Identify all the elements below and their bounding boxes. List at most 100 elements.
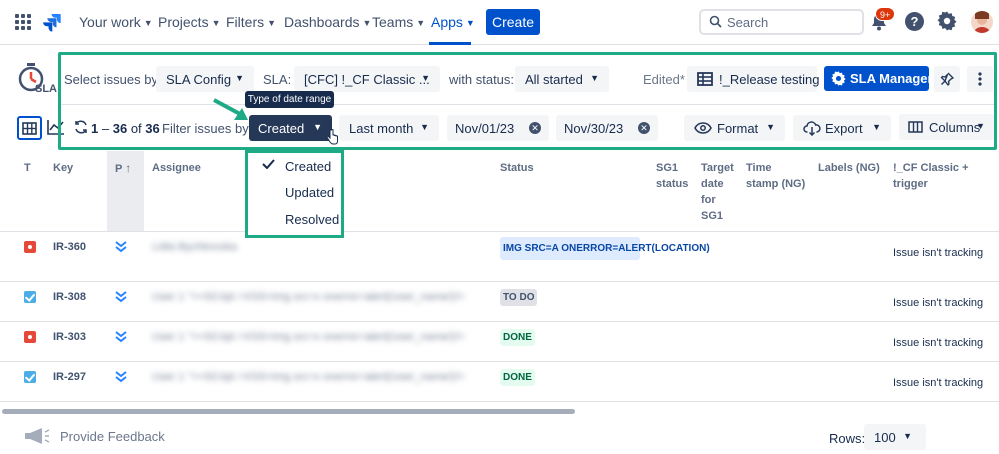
sla-manager-label: SLA Manager (850, 71, 933, 86)
pin-icon (940, 72, 954, 86)
hand-cursor-icon (326, 129, 338, 145)
select-issues-by-dropdown[interactable]: SLA Config ▼ (156, 66, 254, 92)
export-button[interactable]: Export ▼ (793, 115, 891, 141)
row-divider (0, 361, 999, 362)
pin-button[interactable] (934, 66, 960, 92)
dropdown-value: [CFC] !_CF Classic ... (304, 71, 430, 87)
col-header-key[interactable]: Key (53, 160, 73, 176)
search-input[interactable]: Search (699, 9, 864, 35)
col-header-sg1-status[interactable]: SG1 status (656, 160, 692, 192)
issue-key-link[interactable]: IR-308 (53, 291, 86, 303)
clear-icon[interactable]: ✕ (638, 122, 650, 134)
menu-item-resolved[interactable]: Resolved (285, 212, 339, 227)
cloud-download-icon (803, 121, 821, 136)
chevron-down-icon: ▼ (235, 73, 244, 83)
nav-label: Dashboards (284, 14, 360, 30)
header-divider (0, 231, 999, 232)
sla-dropdown[interactable]: [CFC] !_CF Classic ... ▼ (294, 66, 440, 92)
issue-key-link[interactable]: IR-303 (53, 331, 86, 343)
range-start: 1 (91, 121, 99, 136)
app-switcher-icon[interactable] (15, 14, 31, 30)
dropdown-value: 100 (874, 429, 896, 445)
jira-logo-icon[interactable] (42, 12, 62, 32)
select-issues-by-label: Select issues by: (64, 72, 162, 87)
notification-badge: 9+ (875, 7, 896, 21)
col-header-status[interactable]: Status (500, 160, 534, 176)
menu-item-updated[interactable]: Updated (285, 185, 334, 200)
chevron-down-icon: ▼ (420, 122, 429, 132)
nav-your-work[interactable]: Your work ▼ (79, 14, 153, 30)
nav-label: Your work (79, 14, 141, 30)
issue-count: 1 – 36 of 36 (91, 121, 160, 136)
date-to-value: Nov/30/23 (564, 120, 624, 136)
col-header-labels[interactable]: Labels (NG) (818, 160, 880, 176)
with-status-dropdown[interactable]: All started ▼ (515, 66, 609, 92)
date-from-value: Nov/01/23 (455, 120, 515, 136)
dropdown-value: SLA Config (166, 71, 232, 87)
chevron-down-icon: ▼ (421, 73, 430, 83)
task-type-icon (24, 291, 36, 303)
dropdown-value: Last month (349, 120, 414, 136)
nav-apps[interactable]: Apps ▼ (431, 14, 475, 30)
clear-icon[interactable]: ✕ (529, 122, 541, 134)
date-to-input[interactable]: Nov/30/23 ✕ (556, 115, 658, 141)
priority-lowest-icon (115, 241, 127, 253)
col-header-cf-classic[interactable]: !_CF Classic + trigger (893, 160, 999, 192)
issue-key-link[interactable]: IR-360 (53, 241, 86, 253)
bug-type-icon (24, 241, 36, 253)
row-divider (0, 401, 999, 402)
col-header-assignee[interactable]: Assignee (152, 160, 201, 176)
cf-classic-value: Issue isn't tracking (893, 297, 984, 309)
col-header-label: P (115, 163, 123, 175)
refresh-icon[interactable] (74, 120, 88, 134)
table-view-toggle[interactable] (17, 116, 42, 140)
dropdown-value: Created (258, 120, 305, 136)
columns-button[interactable]: Columns ▼ (899, 114, 995, 140)
help-icon[interactable]: ? (905, 12, 924, 31)
assignee-name: Lidia Bychkovska (152, 241, 237, 253)
user-avatar[interactable] (971, 11, 993, 33)
columns-label: Columns (929, 119, 981, 135)
cf-classic-value: Issue isn't tracking (893, 377, 984, 389)
create-button[interactable]: Create (486, 9, 540, 35)
col-header-target-date[interactable]: Target date for SG1 (701, 160, 735, 224)
chevron-down-icon: ▼ (976, 121, 985, 131)
rows-label: Rows: (829, 431, 866, 446)
provide-feedback-link[interactable]: Provide Feedback (60, 429, 165, 444)
chevron-down-icon: ▼ (766, 122, 775, 132)
horizontal-scrollbar[interactable] (2, 409, 575, 414)
more-vertical-icon (978, 72, 982, 86)
nav-label: Teams (372, 14, 414, 30)
date-type-dropdown[interactable]: Created ▼ (249, 115, 332, 141)
sort-arrow-up-icon: ↑ (125, 161, 132, 175)
top-navigation: Your work ▼ Projects ▼ Filters ▼ Dashboards… (0, 0, 999, 45)
issue-key-link[interactable]: IR-297 (53, 371, 86, 383)
sla-app-logo: SLA (16, 62, 58, 98)
assignee-name: User 1 "><SCript >XSS<img src=x onerror=… (152, 371, 465, 383)
range-end: 36 (112, 121, 128, 136)
priority-lowest-icon (115, 291, 127, 303)
nav-label: Apps (431, 14, 463, 30)
sla-manager-button[interactable]: SLA Manager (824, 66, 933, 91)
date-from-input[interactable]: Nov/01/23 ✕ (447, 115, 549, 141)
status-badge: DONE (500, 329, 535, 346)
format-button[interactable]: Format ▼ (684, 115, 785, 141)
nav-filters[interactable]: Filters ▼ (226, 14, 276, 30)
period-dropdown[interactable]: Last month ▼ (339, 115, 439, 141)
rows-per-page-dropdown[interactable]: 100 ▼ (864, 424, 926, 450)
nav-teams[interactable]: Teams ▼ (372, 14, 425, 30)
chevron-down-icon: ▼ (362, 18, 372, 28)
avatar-image-icon (974, 11, 990, 33)
more-actions-button[interactable] (967, 66, 993, 92)
col-header-type[interactable]: T (24, 160, 31, 176)
col-header-time-stamp[interactable]: Time stamp (NG) (746, 160, 806, 192)
nav-projects[interactable]: Projects ▼ (158, 14, 221, 30)
settings-gear-icon[interactable] (937, 11, 957, 31)
menu-item-created[interactable]: Created (285, 159, 331, 174)
col-header-priority[interactable]: P ↑ (115, 160, 131, 177)
cf-classic-value: Issue isn't tracking (893, 337, 984, 349)
chart-view-icon[interactable] (47, 119, 65, 135)
saved-view-button[interactable]: !_Release testing (687, 66, 820, 92)
saved-view-label: !_Release testing (719, 71, 820, 87)
nav-dashboards[interactable]: Dashboards ▼ (284, 14, 371, 30)
